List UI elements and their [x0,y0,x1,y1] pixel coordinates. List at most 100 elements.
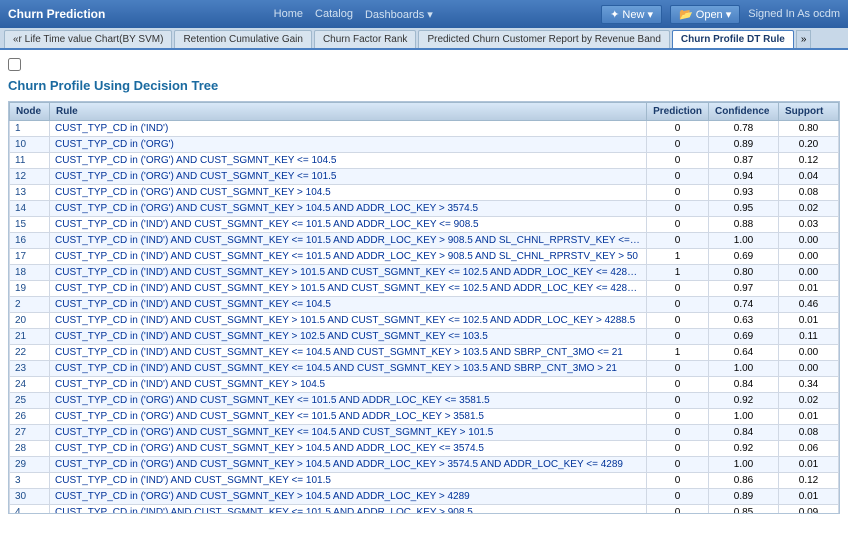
nav-home[interactable]: Home [274,8,303,21]
cell-support: 0.00 [779,361,839,377]
cell-support: 0.12 [779,473,839,489]
cell-support: 0.34 [779,377,839,393]
cell-confidence: 0.84 [709,425,779,441]
cell-prediction: 0 [647,329,709,345]
cell-node: 19 [10,281,50,297]
cell-rule: CUST_TYP_CD in ('IND') AND CUST_SGMNT_KE… [50,265,647,281]
cell-node: 20 [10,313,50,329]
cell-prediction: 0 [647,137,709,153]
cell-prediction: 1 [647,345,709,361]
new-button[interactable]: ✦ New ▾ [601,5,662,24]
cell-node: 4 [10,505,50,515]
table-row[interactable]: 26 CUST_TYP_CD in ('ORG') AND CUST_SGMNT… [10,409,839,425]
cell-confidence: 0.69 [709,329,779,345]
cell-prediction: 0 [647,153,709,169]
cell-node: 11 [10,153,50,169]
cell-node: 24 [10,377,50,393]
cell-support: 0.08 [779,185,839,201]
cell-support: 0.01 [779,313,839,329]
cell-node: 29 [10,457,50,473]
signed-in-label: Signed In As ocdm [748,8,840,20]
cell-rule: CUST_TYP_CD in ('ORG') AND CUST_SGMNT_KE… [50,457,647,473]
cell-prediction: 0 [647,377,709,393]
col-header-confidence[interactable]: Confidence [709,103,779,121]
cell-confidence: 1.00 [709,409,779,425]
table-row[interactable]: 15 CUST_TYP_CD in ('IND') AND CUST_SGMNT… [10,217,839,233]
table-row[interactable]: 14 CUST_TYP_CD in ('ORG') AND CUST_SGMNT… [10,201,839,217]
nav-catalog[interactable]: Catalog [315,8,353,21]
select-all-checkbox[interactable] [8,58,21,71]
cell-node: 13 [10,185,50,201]
tab-2[interactable]: Churn Factor Rank [314,30,416,48]
cell-support: 0.11 [779,329,839,345]
table-row[interactable]: 22 CUST_TYP_CD in ('IND') AND CUST_SGMNT… [10,345,839,361]
table-row[interactable]: 10 CUST_TYP_CD in ('ORG') 0 0.89 0.20 [10,137,839,153]
tab-4[interactable]: Churn Profile DT Rule [672,30,794,50]
col-header-prediction[interactable]: Prediction [647,103,709,121]
cell-node: 17 [10,249,50,265]
table-container[interactable]: Node Rule Prediction Confidence Support … [8,101,840,514]
table-row[interactable]: 23 CUST_TYP_CD in ('IND') AND CUST_SGMNT… [10,361,839,377]
cell-prediction: 0 [647,393,709,409]
cell-node: 12 [10,169,50,185]
table-row[interactable]: 3 CUST_TYP_CD in ('IND') AND CUST_SGMNT_… [10,473,839,489]
cell-rule: CUST_TYP_CD in ('ORG') AND CUST_SGMNT_KE… [50,489,647,505]
nav-dashboards[interactable]: Dashboards ▾ [365,8,433,21]
tab-more-button[interactable]: » [796,30,812,48]
cell-prediction: 0 [647,473,709,489]
table-row[interactable]: 30 CUST_TYP_CD in ('ORG') AND CUST_SGMNT… [10,489,839,505]
cell-confidence: 0.94 [709,169,779,185]
tab-bar: «r Life Time value Chart(BY SVM) Retenti… [0,28,848,50]
table-row[interactable]: 12 CUST_TYP_CD in ('ORG') AND CUST_SGMNT… [10,169,839,185]
table-row[interactable]: 17 CUST_TYP_CD in ('IND') AND CUST_SGMNT… [10,249,839,265]
tab-1[interactable]: Retention Cumulative Gain [174,30,312,48]
cell-confidence: 0.89 [709,137,779,153]
app-title: Churn Prediction [8,7,105,21]
section-title: Churn Profile Using Decision Tree [8,78,840,93]
table-row[interactable]: 13 CUST_TYP_CD in ('ORG') AND CUST_SGMNT… [10,185,839,201]
cell-confidence: 1.00 [709,361,779,377]
cell-node: 10 [10,137,50,153]
cell-node: 30 [10,489,50,505]
table-row[interactable]: 21 CUST_TYP_CD in ('IND') AND CUST_SGMNT… [10,329,839,345]
cell-support: 0.09 [779,505,839,515]
top-bar-nav: Home Catalog Dashboards ▾ [274,8,433,21]
table-row[interactable]: 19 CUST_TYP_CD in ('IND') AND CUST_SGMNT… [10,281,839,297]
cell-support: 0.02 [779,201,839,217]
cell-prediction: 0 [647,169,709,185]
cell-support: 0.01 [779,457,839,473]
table-row[interactable]: 16 CUST_TYP_CD in ('IND') AND CUST_SGMNT… [10,233,839,249]
cell-rule: CUST_TYP_CD in ('IND') AND CUST_SGMNT_KE… [50,329,647,345]
cell-support: 0.20 [779,137,839,153]
cell-rule: CUST_TYP_CD in ('IND') AND CUST_SGMNT_KE… [50,297,647,313]
cell-node: 22 [10,345,50,361]
table-row[interactable]: 18 CUST_TYP_CD in ('IND') AND CUST_SGMNT… [10,265,839,281]
tab-3[interactable]: Predicted Churn Customer Report by Reven… [418,30,669,48]
cell-confidence: 0.87 [709,153,779,169]
cell-prediction: 0 [647,441,709,457]
table-row[interactable]: 28 CUST_TYP_CD in ('ORG') AND CUST_SGMNT… [10,441,839,457]
cell-support: 0.46 [779,297,839,313]
table-row[interactable]: 20 CUST_TYP_CD in ('IND') AND CUST_SGMNT… [10,313,839,329]
col-header-rule[interactable]: Rule [50,103,647,121]
table-row[interactable]: 11 CUST_TYP_CD in ('ORG') AND CUST_SGMNT… [10,153,839,169]
table-row[interactable]: 27 CUST_TYP_CD in ('ORG') AND CUST_SGMNT… [10,425,839,441]
tab-0[interactable]: «r Life Time value Chart(BY SVM) [4,30,172,48]
cell-support: 0.06 [779,441,839,457]
table-row[interactable]: 29 CUST_TYP_CD in ('ORG') AND CUST_SGMNT… [10,457,839,473]
cell-confidence: 0.69 [709,249,779,265]
cell-confidence: 0.89 [709,489,779,505]
col-header-support[interactable]: Support [779,103,839,121]
table-row[interactable]: 2 CUST_TYP_CD in ('IND') AND CUST_SGMNT_… [10,297,839,313]
cell-rule: CUST_TYP_CD in ('ORG') AND CUST_SGMNT_KE… [50,441,647,457]
table-row[interactable]: 4 CUST_TYP_CD in ('IND') AND CUST_SGMNT_… [10,505,839,515]
open-button[interactable]: 📂 Open ▾ [670,5,740,24]
col-header-node[interactable]: Node [10,103,50,121]
cell-rule: CUST_TYP_CD in ('ORG') AND CUST_SGMNT_KE… [50,153,647,169]
cell-node: 15 [10,217,50,233]
table-row[interactable]: 1 CUST_TYP_CD in ('IND') 0 0.78 0.80 [10,121,839,137]
table-row[interactable]: 24 CUST_TYP_CD in ('IND') AND CUST_SGMNT… [10,377,839,393]
table-row[interactable]: 25 CUST_TYP_CD in ('ORG') AND CUST_SGMNT… [10,393,839,409]
cell-node: 2 [10,297,50,313]
cell-support: 0.12 [779,153,839,169]
